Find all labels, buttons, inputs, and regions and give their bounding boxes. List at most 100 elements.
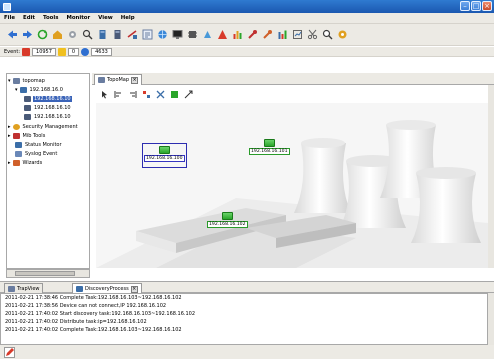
bar-chart-icon: [233, 31, 242, 39]
monitor-icon: [172, 30, 183, 39]
select-tool-button[interactable]: [100, 90, 109, 99]
log-line: 2011-02-21 17:40:02 Start discovery task…: [5, 311, 196, 317]
tree-item-mib-tools[interactable]: ▸ Mib Tools: [8, 131, 46, 140]
tree-item-topomap[interactable]: ▾ topomap: [8, 76, 46, 85]
wrench-icon: [248, 30, 257, 39]
mib-tools-icon: [12, 132, 20, 139]
power-plant-background: [96, 103, 488, 268]
hardware-button[interactable]: [186, 28, 199, 41]
menu-edit[interactable]: Edit: [19, 15, 39, 21]
zoom-icon: [322, 29, 333, 40]
tree-item-wizards[interactable]: ▸ Wizards: [8, 158, 43, 167]
tree-item-subnet[interactable]: ▾ 192.168.16.0: [15, 85, 64, 94]
tree-item-status-monitor[interactable]: Status Monitor: [15, 140, 63, 149]
topology-canvas[interactable]: 192.168.16.100 192.168.16.101 192.168.16…: [96, 103, 488, 268]
back-button[interactable]: [6, 28, 19, 41]
collapse-icon[interactable]: ▸: [8, 133, 11, 139]
topology-toolbar: [92, 85, 488, 103]
expand-button[interactable]: [184, 90, 193, 99]
log-panel[interactable]: 2011-02-21 17:38:46 Complete Task:192.16…: [0, 293, 488, 345]
status-bar: [0, 345, 494, 359]
link-button[interactable]: [126, 28, 139, 41]
tool1-button[interactable]: [246, 28, 259, 41]
navigation-tree: ▾ topomap ▾ 192.168.16.0 192.168.16.10 1…: [6, 73, 90, 269]
status-monitor-icon: [15, 141, 22, 148]
editor-tab-bar: TopoMap ×: [92, 73, 494, 85]
scissors-icon: [307, 29, 318, 40]
stats-button[interactable]: [276, 28, 289, 41]
stats-icon: [278, 30, 287, 39]
chart-button[interactable]: [231, 28, 244, 41]
layout-button[interactable]: [142, 90, 151, 99]
network-node[interactable]: 192.168.16.101: [249, 139, 290, 155]
warning-icon[interactable]: [57, 47, 66, 56]
device2-button[interactable]: [111, 28, 124, 41]
collapse-icon[interactable]: ▸: [8, 160, 11, 166]
alarm-button[interactable]: [216, 28, 229, 41]
scissors-button[interactable]: [306, 28, 319, 41]
report-icon: [293, 30, 302, 39]
node-label: 192.168.16.101: [249, 148, 290, 155]
maximize-button[interactable]: □: [471, 1, 481, 11]
chip-icon: [188, 31, 197, 38]
critical-count: 10957: [32, 47, 56, 56]
align-right-button[interactable]: [128, 90, 137, 99]
back-arrow-icon: [8, 30, 17, 39]
home-button[interactable]: [51, 28, 64, 41]
search-button[interactable]: [81, 28, 94, 41]
info-count: 4633: [91, 47, 112, 56]
router-icon: [158, 146, 170, 154]
network-node[interactable]: 192.168.16.100: [144, 146, 185, 162]
monitor-button[interactable]: [171, 28, 184, 41]
tool2-button[interactable]: [261, 28, 274, 41]
tab-close-icon[interactable]: ×: [130, 285, 138, 293]
critical-icon[interactable]: [22, 47, 31, 56]
menu-help[interactable]: Help: [117, 15, 139, 21]
refresh-button[interactable]: [36, 28, 49, 41]
topology-button[interactable]: [141, 28, 154, 41]
minimize-button[interactable]: –: [460, 1, 470, 11]
tree-item-device[interactable]: 192.168.16.10: [24, 103, 72, 112]
collapse-icon[interactable]: ▸: [8, 124, 11, 130]
expand-icon[interactable]: ▾: [15, 87, 18, 93]
forward-button[interactable]: [21, 28, 34, 41]
menu-tools[interactable]: Tools: [39, 15, 62, 21]
tree-item-device[interactable]: 192.168.16.10: [24, 94, 72, 103]
log-vertical-scrollbar[interactable]: [488, 293, 494, 345]
tree-item-device[interactable]: 192.168.16.10: [24, 112, 72, 121]
scroll-thumb[interactable]: [15, 271, 75, 276]
connect-button[interactable]: [156, 90, 165, 99]
menu-file[interactable]: File: [0, 15, 19, 21]
tab-topomap[interactable]: TopoMap ×: [94, 74, 143, 85]
zoom-button[interactable]: [321, 28, 334, 41]
tree-item-security[interactable]: ▸ Security Management: [8, 122, 79, 131]
home-icon: [53, 30, 62, 39]
close-button[interactable]: ×: [482, 1, 492, 11]
bottom-tab-bar: TrapView DiscoveryProcess ×: [0, 281, 494, 294]
info-icon[interactable]: [81, 47, 90, 56]
menu-view[interactable]: View: [94, 15, 117, 21]
tab-close-icon[interactable]: ×: [131, 76, 139, 84]
network-node[interactable]: 192.168.16.102: [207, 212, 248, 228]
expand-icon[interactable]: ▾: [8, 78, 11, 84]
discover-button[interactable]: [66, 28, 79, 41]
align-icon: [114, 90, 121, 98]
log-line: 2011-02-21 17:38:46 Complete Task:192.16…: [5, 295, 182, 301]
forward-arrow-icon: [23, 30, 32, 39]
edit-pencil-icon[interactable]: [4, 346, 15, 358]
settings-button[interactable]: [336, 28, 349, 41]
menu-monitor[interactable]: Monitor: [62, 15, 94, 21]
tree-item-syslog[interactable]: Syslog Event: [15, 149, 58, 158]
device-button[interactable]: [96, 28, 109, 41]
report-button[interactable]: [291, 28, 304, 41]
mib-button[interactable]: [201, 28, 214, 41]
fit-icon: [171, 90, 178, 98]
align-left-button[interactable]: [114, 90, 123, 99]
log-line: 2011-02-21 17:38:56 Device can not conne…: [5, 303, 167, 309]
network-button[interactable]: [156, 28, 169, 41]
tree-horizontal-scrollbar[interactable]: [6, 269, 90, 278]
event-label: Event:: [4, 48, 21, 55]
device-icon: [24, 95, 31, 102]
canvas-vertical-scrollbar[interactable]: [488, 85, 494, 268]
fit-button[interactable]: [170, 90, 179, 99]
